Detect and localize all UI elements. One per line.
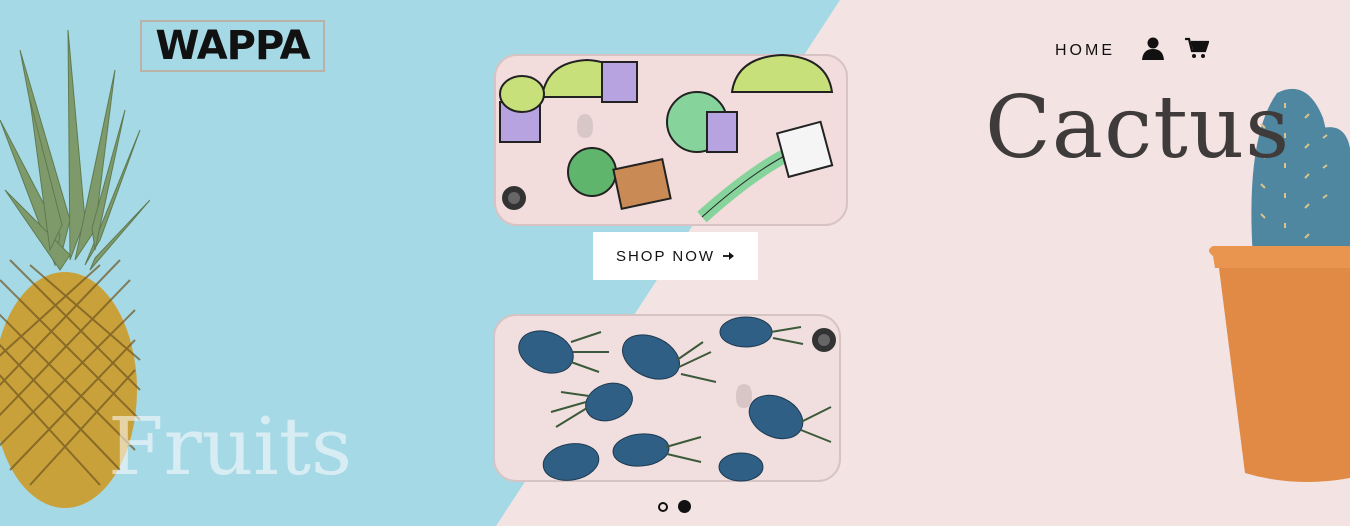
hero-heading-fruits: Fruits [108, 400, 353, 493]
cart-link[interactable] [1185, 37, 1210, 64]
logo-text: WAPPA [155, 23, 310, 69]
slide-dot-2[interactable] [678, 500, 691, 513]
brand-logo[interactable]: WAPPA [140, 20, 325, 72]
phone-case-pineapple-image [493, 314, 841, 482]
phone-case-cactus-image [494, 53, 848, 226]
user-icon [1142, 37, 1164, 60]
account-link[interactable] [1141, 36, 1165, 65]
hero-heading-cactus: Cactus [985, 78, 1291, 178]
nav-link-home[interactable]: HOME [1055, 42, 1115, 60]
hero-slider: WAPPA HOME Cactus Fruits SHOP NOW [0, 0, 1350, 526]
main-nav: HOME [1055, 36, 1210, 65]
shop-now-button[interactable]: SHOP NOW [593, 232, 758, 280]
slide-dot-1[interactable] [658, 501, 668, 512]
cart-icon [1185, 37, 1210, 58]
shop-now-label: SHOP NOW [615, 247, 716, 265]
arrow-right-icon [723, 252, 735, 260]
slide-indicators [658, 500, 691, 513]
